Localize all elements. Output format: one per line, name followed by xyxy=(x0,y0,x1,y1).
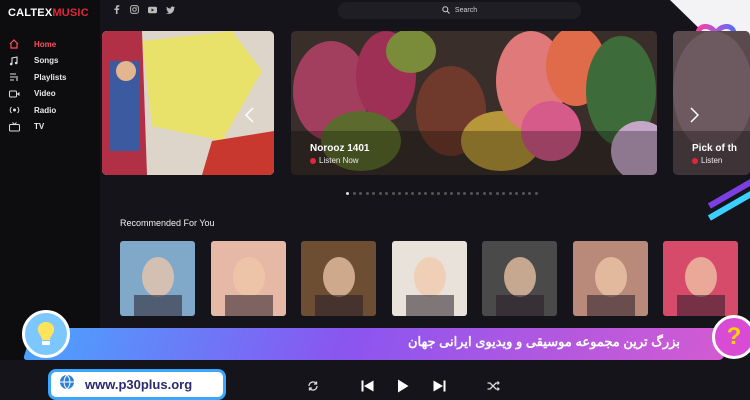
app-logo[interactable]: CALTEXMUSIC xyxy=(8,7,89,19)
carousel-dot[interactable] xyxy=(437,192,440,195)
sidebar-item-label: Songs xyxy=(34,56,59,66)
carousel-dot[interactable] xyxy=(404,192,408,195)
banner-text: بزرگ ترین مجموعه موسیقی و ویدیوی ایرانی … xyxy=(407,334,680,349)
sidebar-item-home[interactable]: Home xyxy=(8,36,66,53)
sidebar-item-playlists[interactable]: Playlists xyxy=(8,69,66,86)
carousel-dot[interactable] xyxy=(534,192,538,195)
sidebar-item-video[interactable]: Video xyxy=(8,86,66,103)
search-icon xyxy=(442,5,450,16)
carousel-dot[interactable] xyxy=(411,192,414,195)
carousel-dot[interactable] xyxy=(476,192,479,195)
search-input[interactable]: Search xyxy=(338,2,581,19)
slide-subtitle: Listen Now xyxy=(319,156,359,165)
video-icon xyxy=(8,89,20,99)
carousel-dot[interactable] xyxy=(424,192,427,195)
sidebar-item-label: Playlists xyxy=(34,72,67,82)
website-url: www.p30plus.org xyxy=(85,377,193,392)
carousel-dot[interactable] xyxy=(456,192,460,195)
logo-text-music: MUSIC xyxy=(52,7,89,19)
logo-text-caltex: CALTEX xyxy=(8,7,53,19)
album-cover[interactable] xyxy=(663,241,738,316)
carousel-slide-main[interactable]: Norooz 1401 Listen Now xyxy=(291,31,657,175)
carousel-dot[interactable] xyxy=(463,192,466,195)
sidebar-item-label: Home xyxy=(34,39,57,49)
facebook-icon[interactable] xyxy=(112,5,121,14)
carousel-dot[interactable] xyxy=(502,192,505,195)
home-icon xyxy=(8,39,20,49)
sidebar: CALTEXMUSIC Home Songs Playlists Video R… xyxy=(0,0,100,360)
sidebar-item-songs[interactable]: Songs xyxy=(8,53,66,70)
play-dot-icon xyxy=(692,157,698,164)
sidebar-nav: Home Songs Playlists Video Radio TV xyxy=(8,36,66,135)
section-title: Recommended For You xyxy=(120,218,215,228)
album-cover[interactable] xyxy=(210,241,286,316)
carousel-dot[interactable] xyxy=(352,192,356,195)
carousel-dot[interactable] xyxy=(372,192,375,195)
website-url-badge[interactable]: www.p30plus.org xyxy=(48,369,226,400)
promo-banner: بزرگ ترین مجموعه موسیقی و ویدیوی ایرانی … xyxy=(22,310,750,363)
music-note-icon xyxy=(8,56,20,66)
carousel-prev-arrow[interactable] xyxy=(242,105,256,125)
radio-icon xyxy=(8,105,20,115)
social-links xyxy=(112,5,175,14)
album-cover[interactable] xyxy=(572,241,648,316)
carousel-dot[interactable] xyxy=(521,192,525,195)
globe-icon xyxy=(59,374,75,395)
sidebar-item-label: Radio xyxy=(34,105,57,115)
carousel-dot[interactable] xyxy=(495,192,499,195)
instagram-icon[interactable] xyxy=(130,5,139,14)
carousel-dot[interactable] xyxy=(385,192,388,195)
player-controls xyxy=(305,378,501,394)
carousel-dot[interactable] xyxy=(508,192,512,195)
carousel-dot[interactable] xyxy=(365,192,369,195)
carousel-dot[interactable] xyxy=(489,192,492,195)
carousel-next-arrow[interactable] xyxy=(687,105,701,125)
carousel-dot[interactable] xyxy=(346,192,349,195)
listen-now-link[interactable]: Listen Now xyxy=(310,156,359,165)
twitter-icon[interactable] xyxy=(166,5,175,14)
carousel-slide-next[interactable]: Pick of th Listen xyxy=(673,31,750,175)
album-cover[interactable] xyxy=(482,241,557,316)
carousel-dot[interactable] xyxy=(417,192,421,195)
carousel-pagination xyxy=(346,192,538,195)
carousel-slide-previous[interactable] xyxy=(102,31,274,175)
carousel-dot[interactable] xyxy=(469,192,473,195)
sidebar-item-radio[interactable]: Radio xyxy=(8,102,66,119)
carousel-dot[interactable] xyxy=(378,192,382,195)
listen-now-link[interactable]: Listen xyxy=(692,156,722,165)
carousel-dot[interactable] xyxy=(359,192,362,195)
carousel-dot[interactable] xyxy=(528,192,531,195)
album-cover[interactable] xyxy=(120,241,195,316)
carousel-dot[interactable] xyxy=(450,192,453,195)
question-mark-icon: ? xyxy=(712,315,750,359)
repeat-icon[interactable] xyxy=(305,378,321,394)
carousel-dot[interactable] xyxy=(443,192,447,195)
sidebar-item-label: Video xyxy=(34,89,56,99)
carousel-dot[interactable] xyxy=(391,192,395,195)
play-icon[interactable] xyxy=(395,378,411,394)
carousel-dot[interactable] xyxy=(515,192,518,195)
play-dot-icon xyxy=(310,157,316,164)
sidebar-item-label: TV xyxy=(34,122,45,132)
carousel-dot[interactable] xyxy=(482,192,486,195)
shuffle-icon[interactable] xyxy=(485,378,501,394)
album-cover[interactable] xyxy=(301,241,376,316)
carousel-dot[interactable] xyxy=(430,192,434,195)
album-cover[interactable] xyxy=(391,241,467,316)
next-icon[interactable] xyxy=(431,378,447,394)
slide-subtitle: Listen xyxy=(701,156,723,165)
playlist-icon xyxy=(8,72,20,82)
tv-icon xyxy=(8,121,20,132)
slide-title: Pick of th xyxy=(692,143,738,154)
search-placeholder: Search xyxy=(454,7,478,14)
sidebar-item-tv[interactable]: TV xyxy=(8,119,66,136)
youtube-icon[interactable] xyxy=(148,5,157,14)
previous-icon[interactable] xyxy=(359,378,375,394)
slide-title: Norooz 1401 xyxy=(310,143,370,154)
lightbulb-icon xyxy=(22,310,70,358)
carousel-dot[interactable] xyxy=(398,192,401,195)
